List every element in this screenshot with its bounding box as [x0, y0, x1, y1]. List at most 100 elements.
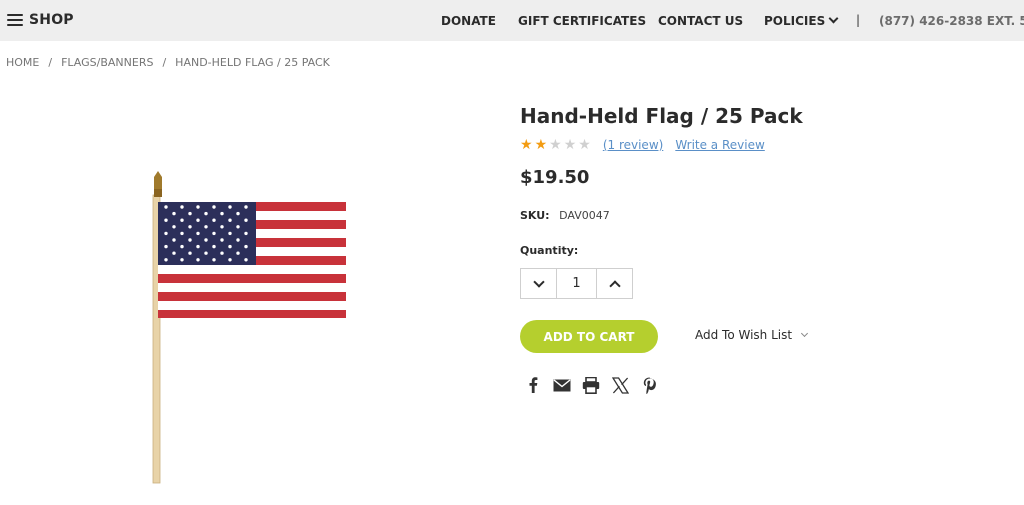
- flag-star: [188, 238, 192, 242]
- flag-star: [180, 244, 184, 249]
- product-rating: ★ ★ ★ ★ ★ (1 review) Write a Review: [520, 138, 765, 152]
- nav-donate[interactable]: DONATE: [441, 14, 496, 28]
- flag-star: [236, 251, 240, 255]
- quantity-decrease-button[interactable]: [521, 269, 557, 298]
- star-empty-icon: ★: [549, 137, 562, 153]
- quantity-increase-button[interactable]: [596, 269, 632, 298]
- flag-star: [196, 244, 200, 249]
- breadcrumb-separator: /: [162, 56, 167, 69]
- star-filled-icon: ★: [534, 137, 548, 153]
- flag-star: [236, 238, 240, 242]
- flag-star: [172, 251, 176, 255]
- flag-star: [212, 244, 216, 249]
- breadcrumb-flags-banners[interactable]: FLAGS/BANNERS: [61, 56, 153, 69]
- flag-star: [244, 258, 248, 262]
- flag-star: [204, 211, 208, 216]
- flag-star: [220, 225, 224, 229]
- add-to-cart-button[interactable]: ADD TO CART: [520, 320, 658, 353]
- flag-star: [212, 218, 216, 222]
- print-icon[interactable]: [582, 376, 600, 394]
- flag-star: [204, 238, 208, 242]
- flag-star: [212, 231, 216, 236]
- shop-menu-button[interactable]: SHOP: [7, 12, 74, 28]
- flag-star: [244, 218, 248, 222]
- flag-star: [244, 205, 248, 209]
- write-review-link[interactable]: Write a Review: [675, 138, 764, 152]
- flag-star: [180, 218, 184, 222]
- breadcrumb-separator: /: [48, 56, 53, 69]
- flag-star: [164, 205, 168, 209]
- sku-label: SKU:: [520, 209, 550, 222]
- flag-star: [228, 244, 232, 249]
- flag-star: [188, 225, 192, 229]
- nav-contact-us[interactable]: CONTACT US: [658, 14, 743, 28]
- chevron-up-icon: [608, 279, 621, 292]
- nav-separator: |: [856, 13, 861, 27]
- flag-star: [212, 205, 216, 209]
- product-title: Hand-Held Flag / 25 Pack: [520, 104, 803, 128]
- hamburger-icon: [7, 14, 23, 26]
- facebook-icon[interactable]: [524, 376, 542, 394]
- pinterest-icon[interactable]: [640, 376, 658, 394]
- quantity-stepper: [520, 268, 633, 299]
- flag-star: [212, 258, 216, 262]
- nav-gift-certificates[interactable]: GIFT CERTIFICATES: [518, 14, 646, 28]
- flag-star: [180, 231, 184, 236]
- flag-star: [244, 231, 248, 236]
- flag-canton: [158, 202, 256, 265]
- flag-star: [180, 258, 184, 262]
- shop-label: SHOP: [29, 12, 74, 28]
- flag-star: [196, 205, 200, 209]
- flag-star: [220, 251, 224, 255]
- star-empty-icon: ★: [563, 137, 577, 153]
- flag-star: [236, 225, 240, 229]
- flag-star: [228, 231, 232, 236]
- quantity-input[interactable]: [557, 269, 596, 298]
- nav-policies[interactable]: POLICIES: [764, 13, 839, 28]
- quantity-label: Quantity:: [520, 244, 579, 257]
- flag-star: [236, 211, 240, 216]
- flag-star: [172, 211, 176, 216]
- flag-star: [172, 238, 176, 242]
- sku-value: DAV0047: [559, 209, 610, 222]
- flag-star: [164, 231, 168, 236]
- flag-star: [164, 244, 168, 249]
- star-empty-icon: ★: [578, 137, 591, 153]
- flag-star: [196, 218, 200, 222]
- wishlist-label: Add To Wish List: [695, 328, 793, 342]
- flag-star: [196, 231, 200, 236]
- flag-star: [164, 258, 168, 262]
- chevron-down-icon: [532, 275, 545, 288]
- add-to-wishlist-button[interactable]: Add To Wish List: [695, 328, 809, 342]
- flag-star: [188, 211, 192, 216]
- flag-star: [220, 238, 224, 242]
- chevron-down-icon: [801, 329, 809, 338]
- flag-star: [220, 211, 224, 216]
- star-filled-icon: ★: [520, 137, 533, 153]
- product-price: $19.50: [520, 167, 590, 188]
- chevron-down-icon: [828, 13, 839, 24]
- flag-star: [164, 218, 168, 222]
- flag-star: [204, 251, 208, 255]
- flag-star: [204, 225, 208, 229]
- x-icon[interactable]: [611, 376, 629, 394]
- email-icon[interactable]: [553, 376, 571, 394]
- flag-star: [188, 251, 192, 255]
- flag-star: [244, 244, 248, 249]
- flag-star: [228, 205, 232, 209]
- share-icons: [524, 376, 658, 394]
- flag-star: [228, 258, 232, 262]
- top-nav-bar: SHOP DONATE GIFT CERTIFICATES CONTACT US…: [0, 0, 1024, 41]
- flag-star: [180, 205, 184, 209]
- breadcrumb-current[interactable]: HAND-HELD FLAG / 25 PACK: [175, 56, 330, 69]
- breadcrumb-home[interactable]: HOME: [6, 56, 39, 69]
- review-count-link[interactable]: (1 review): [603, 138, 664, 152]
- rating-stars: ★ ★ ★ ★ ★: [520, 138, 591, 152]
- breadcrumb: HOME / FLAGS/BANNERS / HAND-HELD FLAG / …: [6, 56, 330, 69]
- product-image[interactable]: [140, 165, 360, 485]
- nav-policies-label: POLICIES: [764, 14, 826, 28]
- flag-star: [228, 218, 232, 222]
- flag-star: [172, 225, 176, 229]
- phone-number[interactable]: (877) 426-2838 EXT. 5: [879, 14, 1024, 28]
- flag-star: [196, 258, 200, 262]
